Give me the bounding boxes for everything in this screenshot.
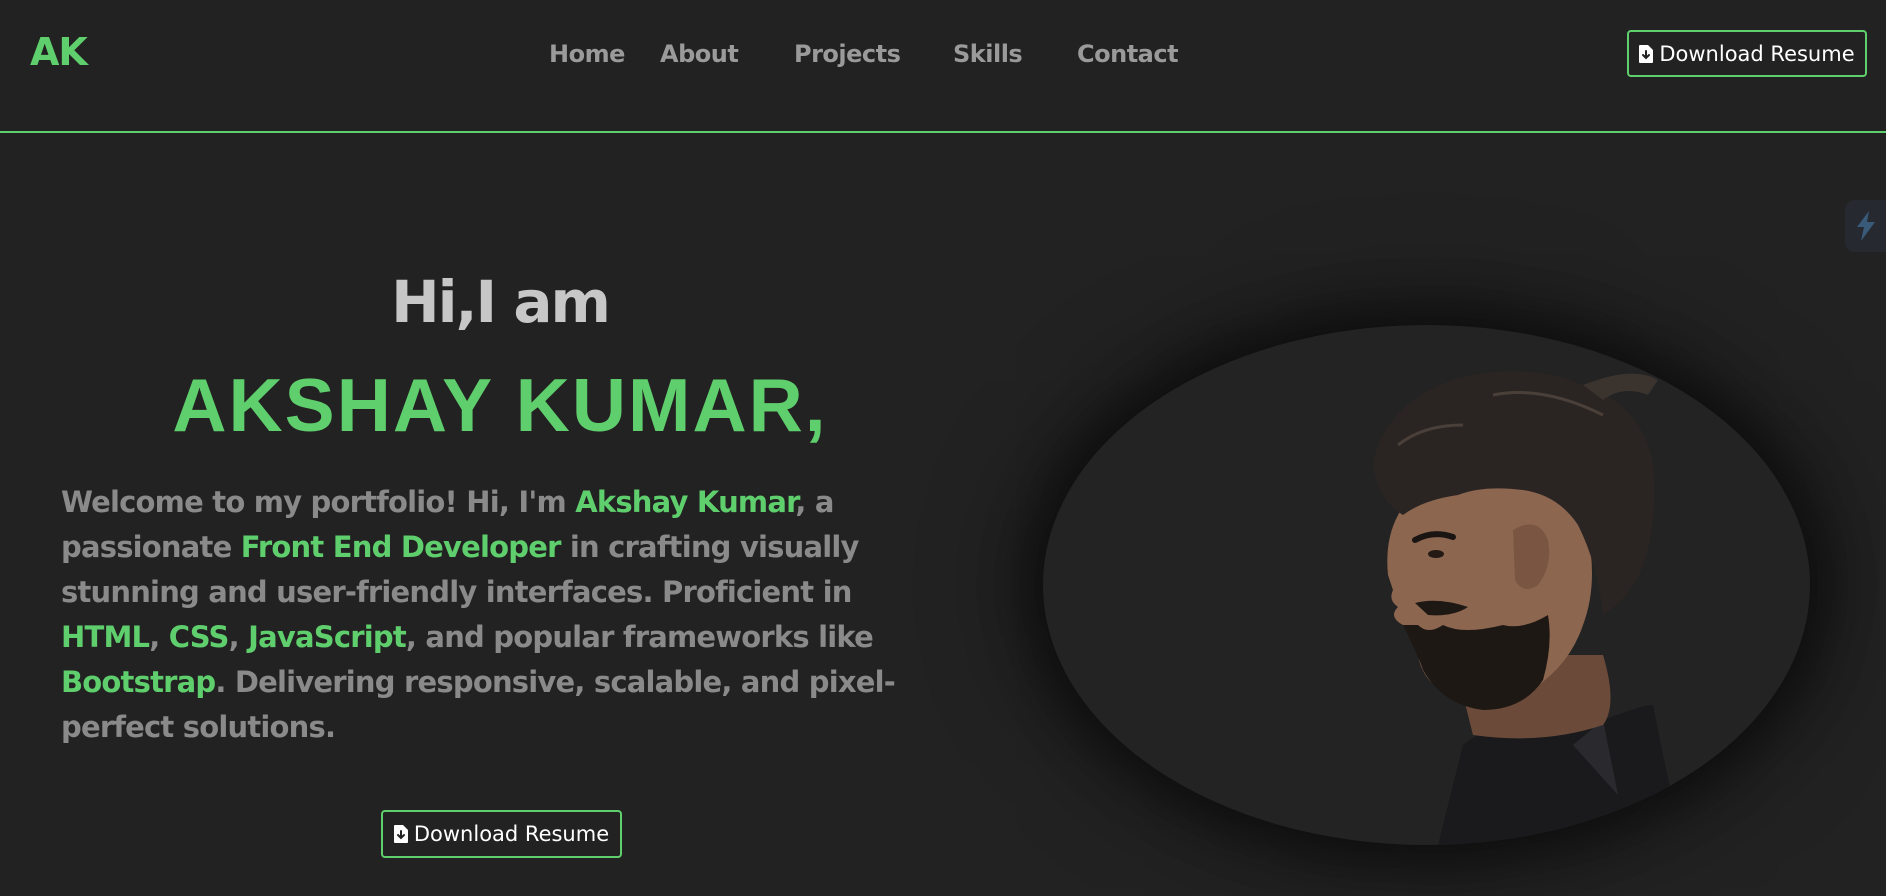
portrait-illustration bbox=[1373, 371, 1683, 845]
hero-download-resume-label: Download Resume bbox=[413, 822, 610, 846]
desc-highlight-html: HTML bbox=[61, 620, 150, 654]
nav-link-projects[interactable]: Projects bbox=[794, 40, 901, 68]
desc-text: , and popular frameworks like bbox=[405, 620, 874, 654]
hero-download-resume-button[interactable]: Download Resume bbox=[381, 810, 622, 858]
profile-photo bbox=[1043, 325, 1810, 845]
desc-highlight-role: Front End Developer bbox=[240, 530, 562, 564]
nav-download-resume-button[interactable]: Download Resume bbox=[1627, 30, 1867, 77]
desc-highlight-javascript: JavaScript bbox=[248, 620, 407, 654]
logo[interactable]: AK bbox=[30, 30, 88, 74]
desc-text: , bbox=[228, 620, 249, 654]
nav-link-home[interactable]: Home bbox=[549, 40, 625, 68]
desc-highlight-css: CSS bbox=[168, 620, 230, 654]
hero-name: AKSHAY KUMAR, bbox=[172, 363, 828, 447]
nav-link-skills[interactable]: Skills bbox=[953, 40, 1023, 68]
bolt-icon bbox=[1857, 211, 1875, 241]
nav-download-resume-label: Download Resume bbox=[1659, 41, 1855, 66]
side-widget[interactable] bbox=[1845, 200, 1886, 252]
nav-link-about[interactable]: About bbox=[660, 40, 739, 68]
desc-highlight-bootstrap: Bootstrap bbox=[61, 665, 216, 699]
desc-highlight-name: Akshay Kumar bbox=[575, 485, 796, 519]
file-download-icon bbox=[393, 825, 408, 843]
hero-greeting: Hi,I am bbox=[391, 268, 611, 336]
file-download-icon bbox=[1639, 44, 1654, 63]
desc-text: , bbox=[149, 620, 169, 654]
navbar: AK Home About Projects Skills Contact Do… bbox=[0, 0, 1886, 133]
hero-description: Welcome to my portfolio! Hi, I'm Akshay … bbox=[61, 480, 921, 750]
nav-link-contact[interactable]: Contact bbox=[1077, 40, 1179, 68]
desc-text: Welcome to my portfolio! Hi, I'm bbox=[61, 485, 576, 519]
